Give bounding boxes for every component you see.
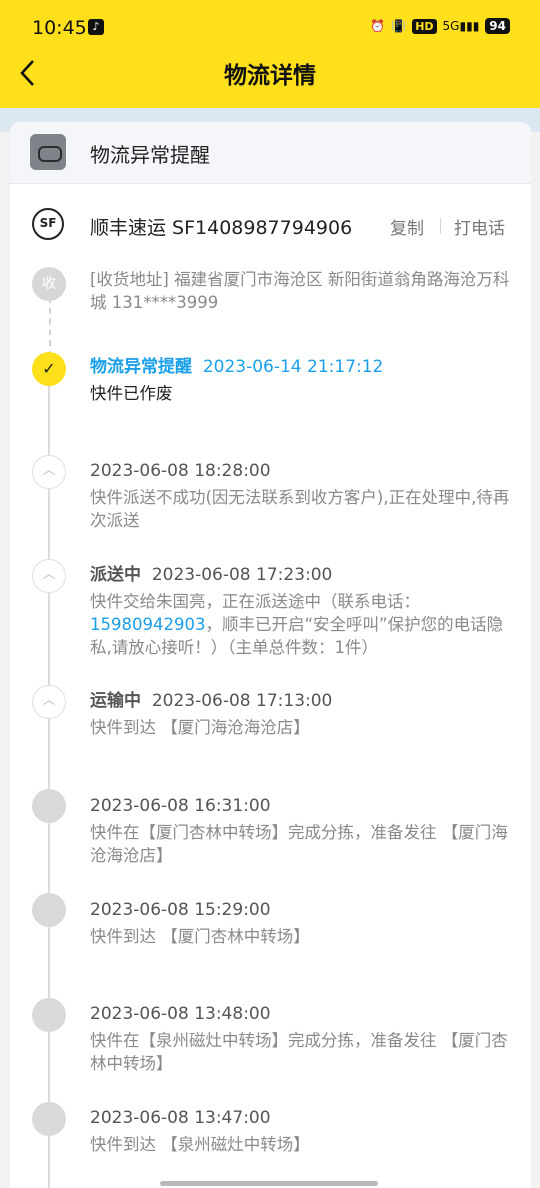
carrier-row: SF 顺丰速运 SF1408987794906 复制 打电话	[10, 204, 531, 244]
timeline-status: 物流异常提醒	[90, 357, 192, 377]
timeline-time: 2023-06-08 15:29:00	[90, 900, 271, 920]
vibrate-icon: 📳	[391, 19, 407, 33]
page-title: 物流详情	[224, 63, 316, 89]
timeline-dot	[32, 893, 66, 927]
call-button[interactable]: 打电话	[454, 214, 505, 239]
timeline-dot	[32, 998, 66, 1032]
address-text: [收货地址] 福建省厦门市海沧区 新阳街道翁角路海沧万科城 131****399…	[90, 270, 510, 312]
home-indicator[interactable]	[160, 1181, 378, 1186]
timeline-desc: 快件交给朱国亮，正在派送途中（联系电话：15980942903，顺丰已开启“安全…	[90, 590, 520, 659]
timeline-desc: 快件在【泉州磁灶中转场】完成分拣，准备发往 【厦门杏林中转场】	[90, 1031, 508, 1073]
sf-logo-icon: SF	[32, 208, 64, 240]
divider	[440, 218, 441, 234]
alarm-icon: ⏰	[370, 19, 386, 33]
receive-node-icon: 收	[32, 267, 66, 301]
timeline-item: 2023-06-08 16:31:00 快件在【厦门杏林中转场】完成分拣，准备发…	[90, 795, 520, 867]
status-bar: 10:45 ♪ ⏰ 📳 HD 5G▮▮▮ 94	[0, 0, 540, 56]
timeline-item: 2023-06-08 18:28:00 快件派送不成功(因无法联系到收方客户),…	[90, 460, 520, 532]
timeline-item: 派送中 2023-06-08 17:23:00 快件交给朱国亮，正在派送途中（联…	[90, 564, 520, 659]
phone-link[interactable]: 15980942903	[90, 615, 205, 634]
timeline-status: 派送中	[90, 565, 141, 585]
timeline-time: 2023-06-08 16:31:00	[90, 796, 271, 816]
timeline-desc: 快件已作废	[90, 384, 173, 403]
timeline-desc-pre: 快件交给朱国亮，正在派送途中（联系电话：	[90, 592, 420, 611]
timeline-time: 2023-06-08 17:13:00	[151, 691, 333, 711]
timeline-desc: 快件到达 【厦门杏林中转场】	[90, 927, 310, 946]
status-icons: ⏰ 📳 HD 5G▮▮▮ 94	[370, 18, 510, 34]
check-icon: ✓	[32, 352, 66, 386]
timeline-item: 2023-06-08 13:48:00 快件在【泉州磁灶中转场】完成分拣，准备发…	[90, 1003, 520, 1075]
chevron-up-icon: ︿	[32, 455, 66, 489]
timeline-desc: 快件派送不成功(因无法联系到收方客户),正在处理中,待再次派送	[90, 488, 510, 530]
copy-button[interactable]: 复制	[390, 214, 424, 239]
alert-row[interactable]: 物流异常提醒	[10, 122, 531, 184]
hd-icon: HD	[412, 18, 437, 34]
timeline-desc: 快件在【厦门杏林中转场】完成分拣，准备发往 【厦门海沧海沧店】	[90, 823, 508, 865]
timeline-status: 运输中	[90, 691, 141, 711]
tiktok-icon: ♪	[88, 19, 104, 35]
timeline-desc: 快件到达 【泉州磁灶中转场】	[90, 1135, 310, 1154]
timeline-time: 2023-06-08 13:47:00	[90, 1108, 271, 1128]
network-label: 5G	[442, 19, 460, 33]
alert-text: 物流异常提醒	[90, 143, 210, 167]
timeline-item: 运输中 2023-06-08 17:13:00 快件到达 【厦门海沧海沧店】	[90, 690, 520, 739]
timeline-time: 2023-06-14 21:17:12	[202, 357, 384, 377]
timeline-time: 2023-06-08 17:23:00	[151, 565, 333, 585]
timeline-dot	[32, 789, 66, 823]
timeline-dash-line	[49, 297, 51, 357]
timeline-line	[48, 384, 50, 1188]
timeline-item: 2023-06-08 13:47:00 快件到达 【泉州磁灶中转场】	[90, 1107, 520, 1156]
timeline-desc: 快件到达 【厦门海沧海沧店】	[90, 718, 310, 737]
status-time: 10:45	[32, 17, 87, 39]
timeline-item: 2023-06-08 15:29:00 快件到达 【厦门杏林中转场】	[90, 899, 520, 948]
timeline-dot	[32, 1102, 66, 1136]
chevron-up-icon: ︿	[32, 559, 66, 593]
signal-icon: 5G▮▮▮	[442, 19, 480, 33]
logistics-card: 物流异常提醒 SF 顺丰速运 SF1408987794906 复制 打电话 收 …	[10, 122, 531, 1188]
chevron-up-icon: ︿	[32, 685, 66, 719]
tracking-number: 顺丰速运 SF1408987794906	[90, 217, 353, 239]
top-bar: 10:45 ♪ ⏰ 📳 HD 5G▮▮▮ 94 物流详情	[0, 0, 540, 108]
timeline-time: 2023-06-08 18:28:00	[90, 461, 271, 481]
timeline-item: 物流异常提醒 2023-06-14 21:17:12 快件已作废	[90, 356, 520, 405]
battery-icon: 94	[485, 18, 510, 34]
timeline-time: 2023-06-08 13:48:00	[90, 1004, 271, 1024]
product-thumbnail	[30, 134, 66, 170]
